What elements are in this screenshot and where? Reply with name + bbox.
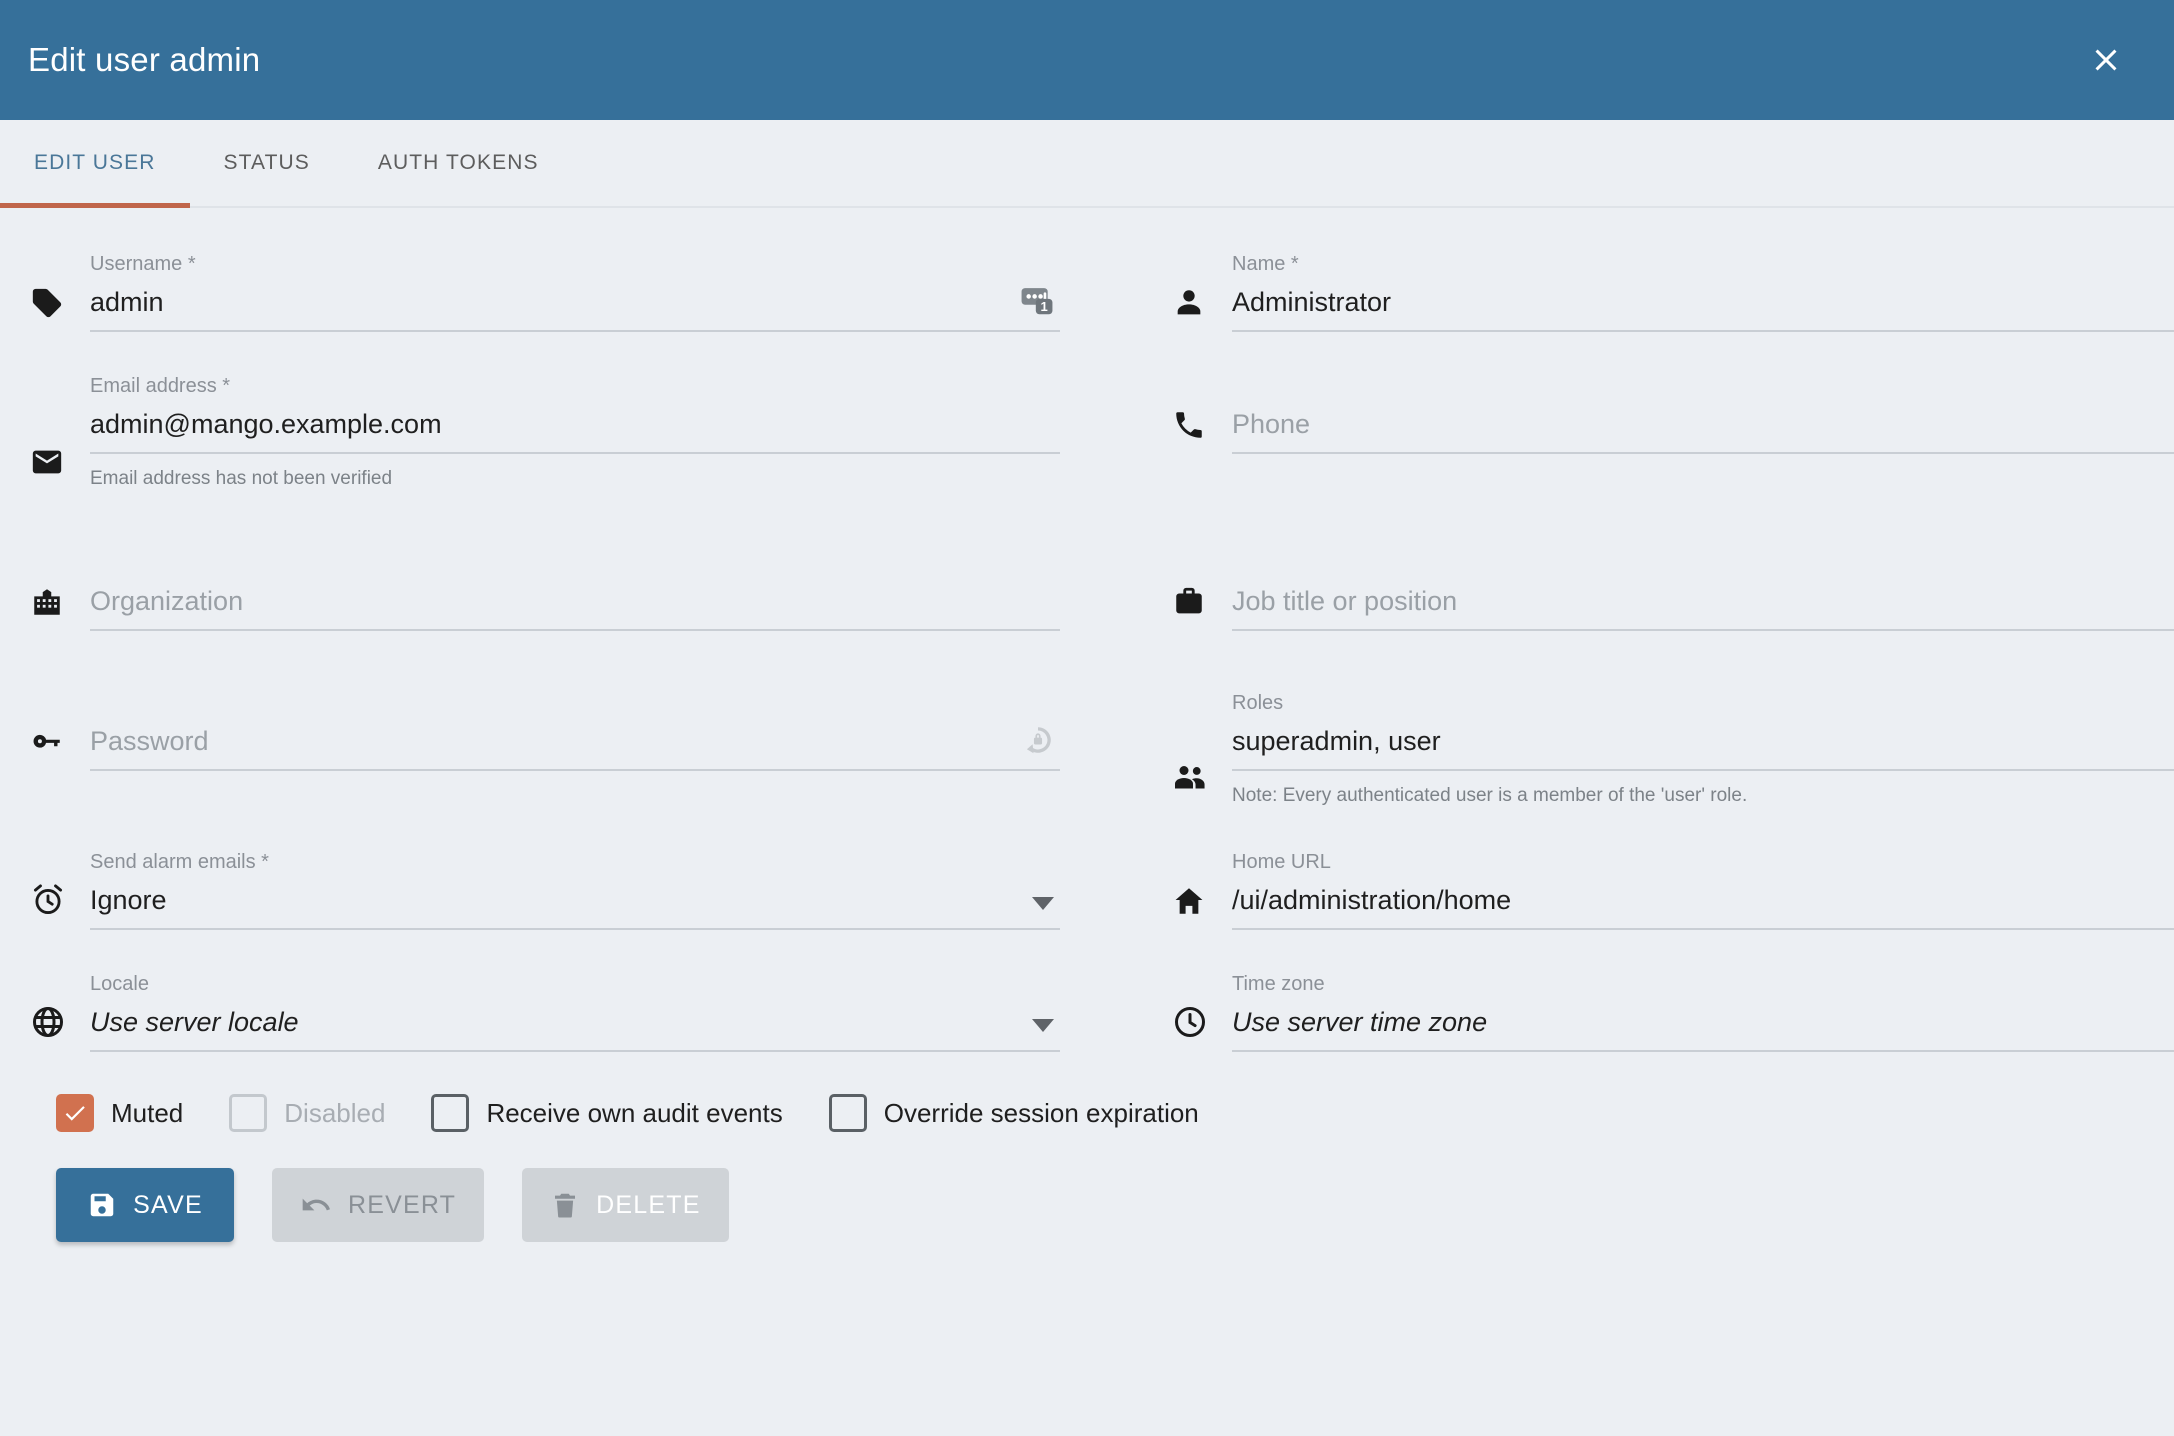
field-home-url: Home URL /ui/administration/home	[1172, 850, 2174, 930]
checkbox-override-session-expiration-label: Override session expiration	[883, 1097, 1199, 1128]
email-verification-hint: Email address has not been verified	[90, 468, 393, 489]
organization-input[interactable]: Organization	[90, 584, 1060, 631]
form-row-localization: Locale Use server locale Time zone Use s…	[30, 972, 2174, 1052]
save-button[interactable]: SAVE	[56, 1168, 234, 1242]
roles-hint: Note: Every authenticated user is a memb…	[1232, 785, 1748, 806]
field-username-label: Username *	[90, 253, 196, 275]
tab-auth-tokens[interactable]: AUTH TOKENS	[344, 120, 573, 206]
password-manager-badge-icon[interactable]: 1	[1018, 281, 1056, 319]
field-timezone: Time zone Use server time zone	[1172, 972, 2174, 1052]
field-home-url-label: Home URL	[1232, 851, 1331, 873]
field-locale-label: Locale	[90, 973, 149, 995]
field-phone: Phone	[1172, 374, 2174, 454]
building-icon	[30, 585, 90, 631]
tag-icon	[30, 286, 90, 332]
form-column-left: Username * admin 1	[30, 252, 1060, 332]
undo-arrow-icon	[300, 1189, 332, 1221]
save-button-label: SAVE	[133, 1190, 203, 1219]
people-icon	[1172, 760, 1232, 808]
checkbox-disabled-box	[229, 1094, 268, 1132]
field-send-alarm-emails-label: Send alarm emails *	[90, 851, 269, 873]
trash-icon	[550, 1190, 580, 1220]
checkbox-muted[interactable]: Muted	[56, 1094, 183, 1132]
alarm-clock-icon	[30, 882, 90, 930]
field-email-label: Email address *	[90, 375, 231, 397]
home-icon	[1172, 884, 1232, 930]
tab-auth-tokens-label: AUTH TOKENS	[377, 151, 539, 174]
field-roles-label: Roles	[1232, 692, 1284, 714]
close-button[interactable]	[2078, 32, 2134, 88]
field-email: Email address * admin@mango.example.com …	[30, 374, 1060, 491]
checkbox-receive-own-audit-events[interactable]: Receive own audit events	[431, 1094, 783, 1132]
checkbox-receive-own-audit-events-label: Receive own audit events	[486, 1097, 783, 1128]
tab-status-label: STATUS	[223, 151, 310, 174]
chevron-down-icon[interactable]	[1032, 1019, 1054, 1032]
briefcase-icon	[1172, 585, 1232, 631]
checkbox-override-session-expiration-box	[828, 1094, 867, 1132]
revert-button[interactable]: REVERT	[272, 1168, 485, 1242]
tab-edit-user-label: EDIT USER	[34, 151, 156, 174]
send-alarm-emails-select[interactable]: Ignore	[90, 883, 1060, 930]
field-name-label: Name *	[1232, 253, 1299, 275]
home-url-input[interactable]: /ui/administration/home	[1232, 883, 2174, 930]
name-input[interactable]: Administrator	[1232, 285, 2174, 332]
delete-button[interactable]: DELETE	[522, 1168, 729, 1242]
field-name: Name * Administrator	[1172, 252, 2174, 332]
user-form: Username * admin 1 Name * Administrator …	[0, 208, 2174, 1242]
clock-icon	[1172, 1004, 1232, 1052]
field-organization: Organization	[30, 551, 1060, 631]
checkbox-muted-label: Muted	[111, 1097, 184, 1128]
checkbox-receive-own-audit-events-box	[431, 1094, 470, 1132]
field-send-alarm-emails: Send alarm emails * Ignore	[30, 850, 1060, 930]
check-icon	[65, 1106, 85, 1121]
dialog-header: Edit user admin	[0, 0, 2174, 120]
field-username: Username * admin 1	[30, 252, 1060, 332]
dialog-title: Edit user admin	[28, 41, 261, 78]
person-icon	[1172, 286, 1232, 332]
timezone-select[interactable]: Use server time zone	[1232, 1005, 2174, 1052]
phone-icon	[1172, 408, 1232, 454]
field-roles: Roles superadmin, user Note: Every authe…	[1172, 691, 2174, 808]
revert-button-label: REVERT	[348, 1190, 457, 1219]
field-password: Password	[30, 691, 1060, 771]
password-input[interactable]: Password	[90, 724, 1060, 771]
form-row-work: Organization Job title or position	[30, 551, 2174, 631]
phone-input[interactable]: Phone	[1232, 407, 2174, 454]
globe-icon	[30, 1004, 90, 1052]
envelope-icon	[30, 445, 90, 491]
roles-select[interactable]: superadmin, user	[1232, 724, 2174, 771]
key-icon	[30, 725, 90, 771]
regenerate-password-icon[interactable]	[1020, 722, 1056, 758]
job-title-input[interactable]: Job title or position	[1232, 584, 2174, 631]
form-row-credentials: Password Roles superadmin, user Note: Ev…	[30, 691, 2174, 808]
delete-button-label: DELETE	[596, 1190, 701, 1219]
options-checkbox-row: Muted Disabled Receive own audit events …	[30, 1052, 2134, 1132]
chevron-down-icon[interactable]	[1032, 897, 1054, 910]
form-row-contact: Email address * admin@mango.example.com …	[30, 374, 2174, 491]
checkbox-disabled-label: Disabled	[284, 1097, 386, 1128]
email-input[interactable]: admin@mango.example.com	[90, 407, 1060, 454]
form-row-preferences: Send alarm emails * Ignore Home URL /ui/…	[30, 850, 2174, 930]
tab-status[interactable]: STATUS	[190, 120, 344, 206]
form-row-identity: Username * admin 1 Name * Administrator	[30, 252, 2174, 332]
checkbox-muted-box	[56, 1094, 94, 1132]
tab-bar: EDIT USER STATUS AUTH TOKENS	[0, 120, 2174, 208]
action-button-row: SAVE REVERT DELETE	[30, 1132, 2134, 1242]
field-timezone-label: Time zone	[1232, 973, 1325, 995]
checkbox-disabled: Disabled	[229, 1094, 385, 1132]
svg-text:1: 1	[1040, 299, 1047, 314]
save-floppy-icon	[87, 1190, 117, 1220]
field-locale: Locale Use server locale	[30, 972, 1060, 1052]
username-input[interactable]: admin	[90, 285, 1060, 332]
tab-edit-user[interactable]: EDIT USER	[0, 120, 190, 208]
close-icon	[2088, 42, 2124, 78]
field-job-title: Job title or position	[1172, 551, 2174, 631]
form-column-right: Name * Administrator	[1172, 252, 2174, 332]
locale-select[interactable]: Use server locale	[90, 1005, 1060, 1052]
checkbox-override-session-expiration[interactable]: Override session expiration	[828, 1094, 1199, 1132]
